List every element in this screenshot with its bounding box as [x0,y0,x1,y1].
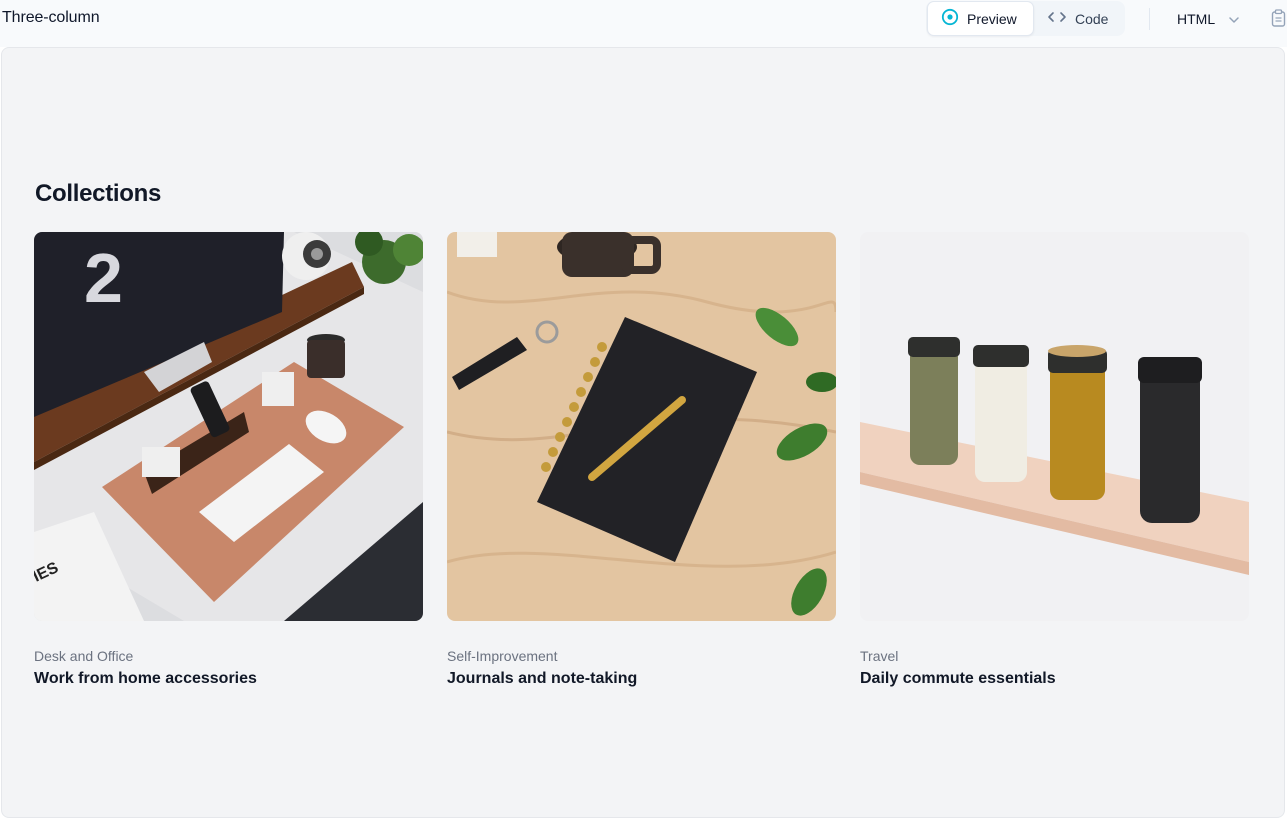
code-brackets-icon [1047,10,1067,27]
collection-name[interactable]: Daily commute essentials [860,669,1249,689]
preview-frame: Collections 2 IES Desk and Office Work f… [1,47,1285,818]
collection-name[interactable]: Work from home accessories [34,669,423,689]
language-select[interactable]: HTML [1177,0,1239,37]
tab-code-label: Code [1075,10,1109,27]
tab-code[interactable]: Code [1044,1,1124,36]
travel-bottles-photo [860,232,1249,621]
language-select-value: HTML [1177,10,1216,27]
divider [1149,8,1150,30]
collection-card[interactable]: Travel Daily commute essentials [860,232,1249,689]
view-toggle: Preview Code [926,1,1125,36]
chevron-down-icon [1229,11,1239,27]
top-bar: Three-column Preview Code HTML [0,0,1287,47]
collection-card[interactable]: 2 IES Desk and Office Work from home acc… [34,232,423,689]
eye-icon [941,8,959,29]
desk-setup-photo: 2 IES [34,232,423,621]
notebook-photo [447,232,836,621]
tab-preview-label: Preview [967,10,1017,27]
collection-category: Travel [860,648,899,664]
collection-name[interactable]: Journals and note-taking [447,669,836,689]
section-title: Collections [35,180,162,207]
clipboard-icon[interactable] [1271,9,1287,32]
svg-text:2: 2 [84,239,123,317]
page-title: Three-column [2,9,100,26]
collection-category: Self-Improvement [447,648,558,664]
collection-category: Desk and Office [34,648,134,664]
collection-card[interactable]: Self-Improvement Journals and note-takin… [447,232,836,689]
tab-preview[interactable]: Preview [927,1,1034,36]
